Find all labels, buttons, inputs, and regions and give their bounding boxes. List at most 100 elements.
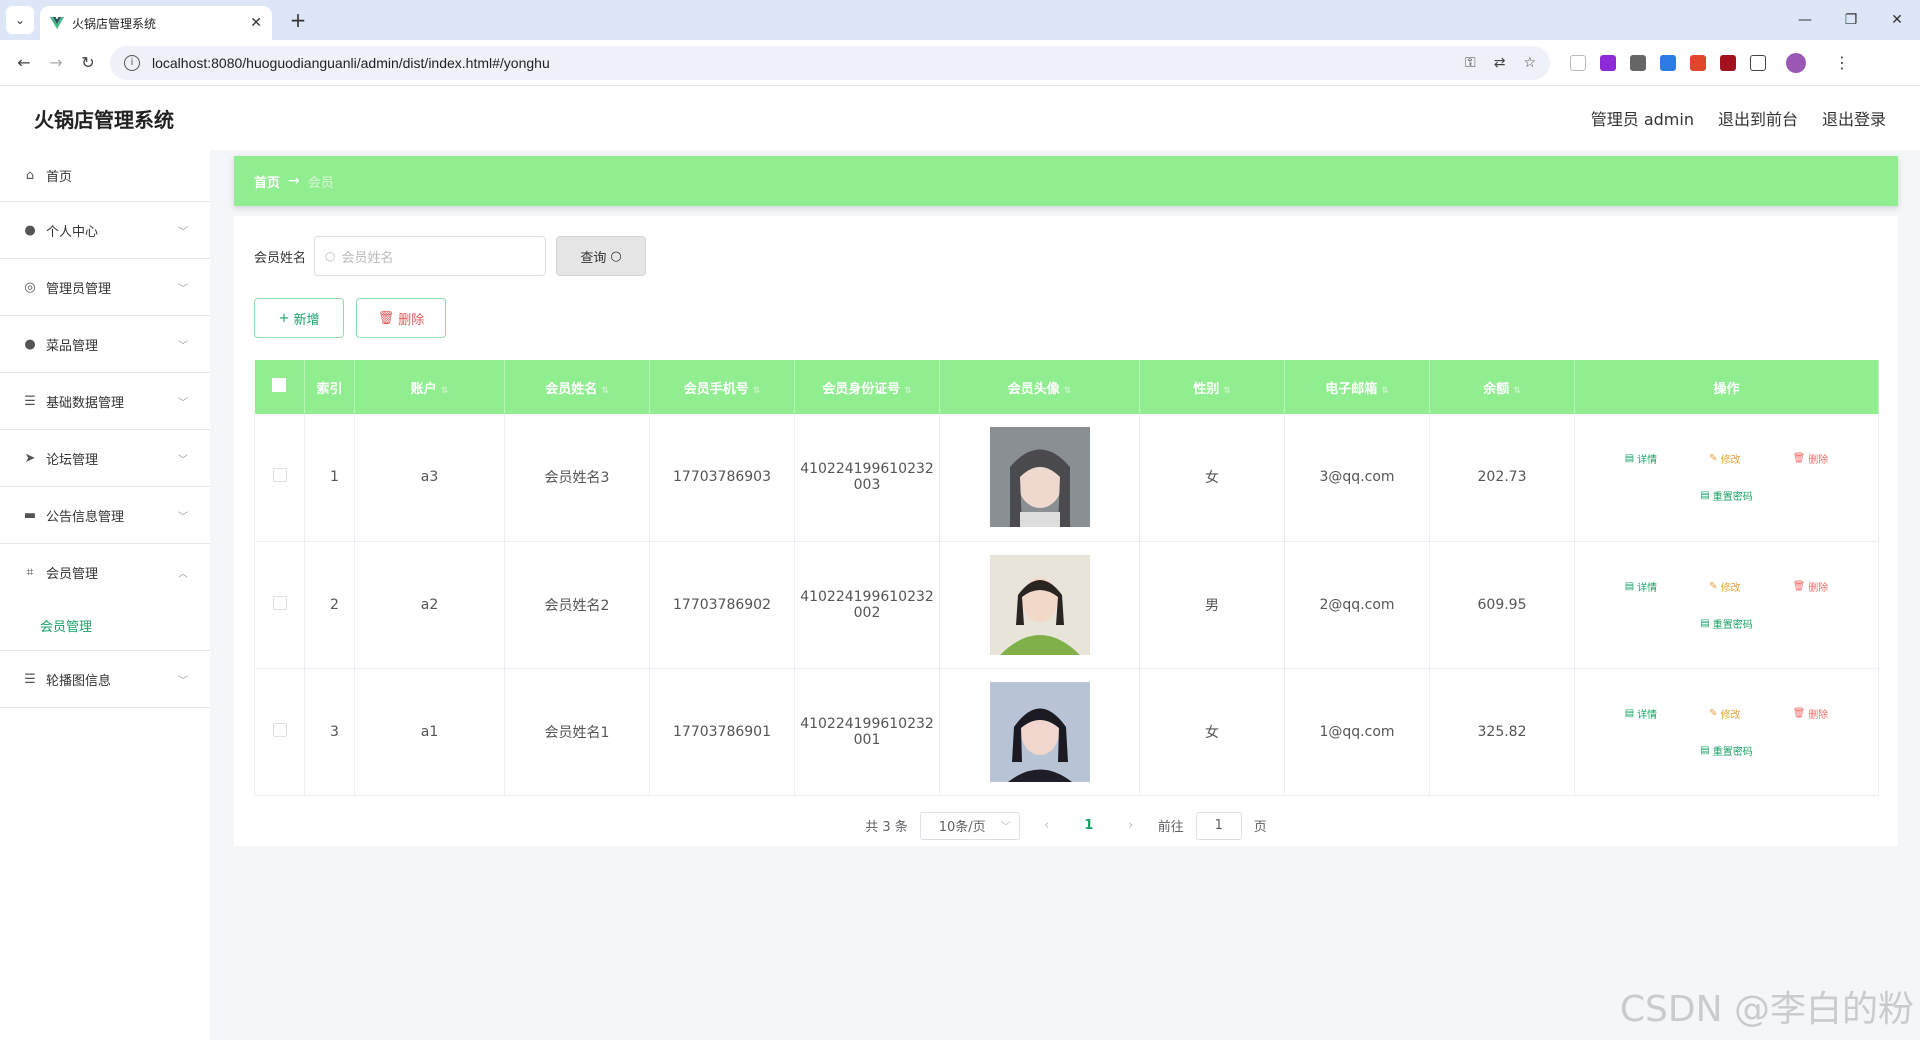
- bookmark-star-icon[interactable]: ☆: [1523, 55, 1536, 71]
- sidebar-item-forum[interactable]: ➤ 论坛管理 ﹀: [0, 430, 210, 487]
- new-tab-button[interactable]: +: [284, 6, 312, 34]
- extension-gray-icon[interactable]: [1630, 54, 1646, 71]
- sort-icon[interactable]: ⇅: [441, 386, 449, 396]
- goto-page-input[interactable]: 1: [1195, 811, 1242, 840]
- sidebar-item-label: 菜品管理: [46, 338, 99, 354]
- edit-button[interactable]: ✎ 修改: [1709, 579, 1740, 594]
- sort-icon[interactable]: ⇅: [1381, 386, 1389, 396]
- exit-to-frontend-link[interactable]: 退出到前台: [1718, 106, 1798, 130]
- restore-icon[interactable]: ❐: [1828, 0, 1874, 40]
- member-avatar-photo: [989, 427, 1090, 528]
- extension-cursor-icon[interactable]: [1570, 54, 1586, 71]
- delete-button-label: 删除: [398, 312, 425, 328]
- edit-button[interactable]: ✎ 修改: [1709, 451, 1740, 466]
- search-placeholder: 会员姓名: [341, 250, 394, 266]
- cell-phone: 17703786903: [649, 414, 795, 542]
- row-delete-button[interactable]: 🗑 删除: [1793, 451, 1829, 466]
- sidebar-subitem-member-management[interactable]: 会员管理: [0, 601, 210, 651]
- prev-page-icon[interactable]: ‹: [1032, 818, 1062, 833]
- send-icon: ➤: [24, 450, 36, 466]
- page-size-select[interactable]: 10条/页 ﹀: [919, 811, 1020, 840]
- sort-icon[interactable]: ⇅: [753, 386, 761, 396]
- view-detail-button[interactable]: ▤ 详情: [1625, 706, 1657, 721]
- view-detail-button[interactable]: ▤ 详情: [1625, 579, 1657, 594]
- col-header-account[interactable]: 账户 ⇅: [354, 360, 505, 414]
- delete-button[interactable]: 🗑 删除: [356, 298, 446, 338]
- row-checkbox-cell[interactable]: [254, 541, 305, 669]
- reset-password-button[interactable]: ▤ 重置密码: [1700, 488, 1752, 503]
- goto-label: 前往: [1157, 820, 1184, 835]
- sidebar-item-basic-data[interactable]: ☰ 基础数据管理 ﹀: [0, 373, 210, 430]
- row-checkbox[interactable]: [272, 722, 287, 737]
- col-header-name[interactable]: 会员姓名 ⇅: [504, 360, 650, 414]
- col-header-id-card[interactable]: 会员身份证号 ⇅: [794, 360, 940, 414]
- password-key-icon[interactable]: ⚿: [1465, 55, 1476, 71]
- sidebar-item-label: 管理员管理: [46, 281, 112, 297]
- url-text[interactable]: localhost:8080/huoguodianguanli/admin/di…: [152, 55, 1465, 71]
- trash-icon: 🗑: [1792, 580, 1806, 592]
- breadcrumb-home[interactable]: 首页: [254, 172, 280, 191]
- reset-password-button[interactable]: ▤ 重置密码: [1700, 743, 1752, 758]
- back-icon[interactable]: ←: [8, 47, 40, 79]
- forward-icon[interactable]: →: [40, 47, 72, 79]
- list-icon: ☰: [24, 671, 36, 687]
- sidebar-item-carousel[interactable]: ☰ 轮播图信息 ﹀: [0, 651, 210, 708]
- page-number-current[interactable]: 1: [1074, 818, 1104, 833]
- row-delete-button[interactable]: 🗑 删除: [1793, 579, 1829, 594]
- browser-tab[interactable]: 火锅店管理系统 ✕: [40, 6, 272, 40]
- edit-icon: ✎: [1709, 580, 1718, 592]
- col-header-gender[interactable]: 性别 ⇅: [1139, 360, 1285, 414]
- extension-blue-icon[interactable]: [1660, 54, 1676, 71]
- col-header-balance[interactable]: 余额 ⇅: [1429, 360, 1575, 414]
- search-icon: ○: [325, 249, 336, 263]
- tab-close-icon[interactable]: ✕: [250, 15, 262, 31]
- translate-icon[interactable]: ⇄: [1494, 55, 1506, 71]
- add-button[interactable]: + 新增: [254, 298, 344, 338]
- row-checkbox[interactable]: [272, 595, 287, 610]
- row-checkbox-cell[interactable]: [254, 668, 305, 796]
- sort-icon[interactable]: ⇅: [904, 386, 912, 396]
- row-checkbox[interactable]: [272, 468, 287, 483]
- browser-menu-icon[interactable]: ⋮: [1834, 53, 1850, 72]
- sort-icon[interactable]: ⇅: [1064, 386, 1072, 396]
- view-detail-button[interactable]: ▤ 详情: [1625, 451, 1657, 466]
- select-all-checkbox[interactable]: [272, 378, 287, 392]
- extension-purple-icon[interactable]: [1600, 54, 1616, 71]
- extension-shield-icon[interactable]: [1720, 54, 1736, 71]
- sidebar-item-home[interactable]: ⌂ 首页: [0, 150, 210, 202]
- sort-icon[interactable]: ⇅: [601, 386, 609, 396]
- row-checkbox-cell[interactable]: [254, 414, 305, 542]
- select-all-checkbox-cell[interactable]: [254, 360, 305, 414]
- briefcase-icon: ▬: [23, 507, 37, 523]
- extension-red-icon[interactable]: [1690, 54, 1706, 71]
- sidebar-item-dish-management[interactable]: ● 菜品管理 ﹀: [0, 316, 210, 373]
- app-root: 火锅店管理系统 管理员 admin 退出到前台 退出登录 ⌂ 首页 ● 个人中心…: [0, 86, 1920, 1040]
- address-bar[interactable]: i localhost:8080/huoguodianguanli/admin/…: [110, 45, 1550, 80]
- site-info-icon[interactable]: i: [124, 54, 140, 71]
- next-page-icon[interactable]: ›: [1116, 818, 1146, 833]
- reload-icon[interactable]: ↻: [72, 47, 104, 79]
- sort-icon[interactable]: ⇅: [1513, 386, 1521, 396]
- profile-avatar[interactable]: [1786, 52, 1806, 73]
- search-input[interactable]: ○ 会员姓名: [314, 236, 547, 276]
- document-icon: ▤: [1624, 580, 1635, 592]
- tab-search-button[interactable]: ⌄: [6, 6, 34, 34]
- reset-password-button[interactable]: ▤ 重置密码: [1700, 616, 1752, 631]
- page-suffix: 页: [1253, 820, 1267, 835]
- query-button[interactable]: 查询 ○: [556, 236, 647, 276]
- minimize-icon[interactable]: —: [1782, 0, 1828, 40]
- close-window-icon[interactable]: ✕: [1874, 0, 1920, 40]
- extensions-puzzle-icon[interactable]: [1750, 54, 1766, 71]
- sidebar-item-notice[interactable]: ▬ 公告信息管理 ﹀: [0, 487, 210, 544]
- row-delete-button[interactable]: 🗑 删除: [1793, 706, 1829, 721]
- col-header-phone[interactable]: 会员手机号 ⇅: [649, 360, 795, 414]
- edit-button[interactable]: ✎ 修改: [1709, 706, 1740, 721]
- sidebar-item-personal-center[interactable]: ● 个人中心 ﹀: [0, 202, 210, 259]
- col-header-avatar[interactable]: 会员头像 ⇅: [939, 360, 1140, 414]
- col-header-email[interactable]: 电子邮箱 ⇅: [1284, 360, 1430, 414]
- logout-link[interactable]: 退出登录: [1822, 106, 1886, 130]
- sidebar-item-admin-management[interactable]: ◎ 管理员管理 ﹀: [0, 259, 210, 316]
- sort-icon[interactable]: ⇅: [1223, 386, 1231, 396]
- cell-balance: 609.95: [1429, 541, 1575, 669]
- sidebar-item-member-management[interactable]: ⌗ 会员管理 ︿: [0, 544, 210, 601]
